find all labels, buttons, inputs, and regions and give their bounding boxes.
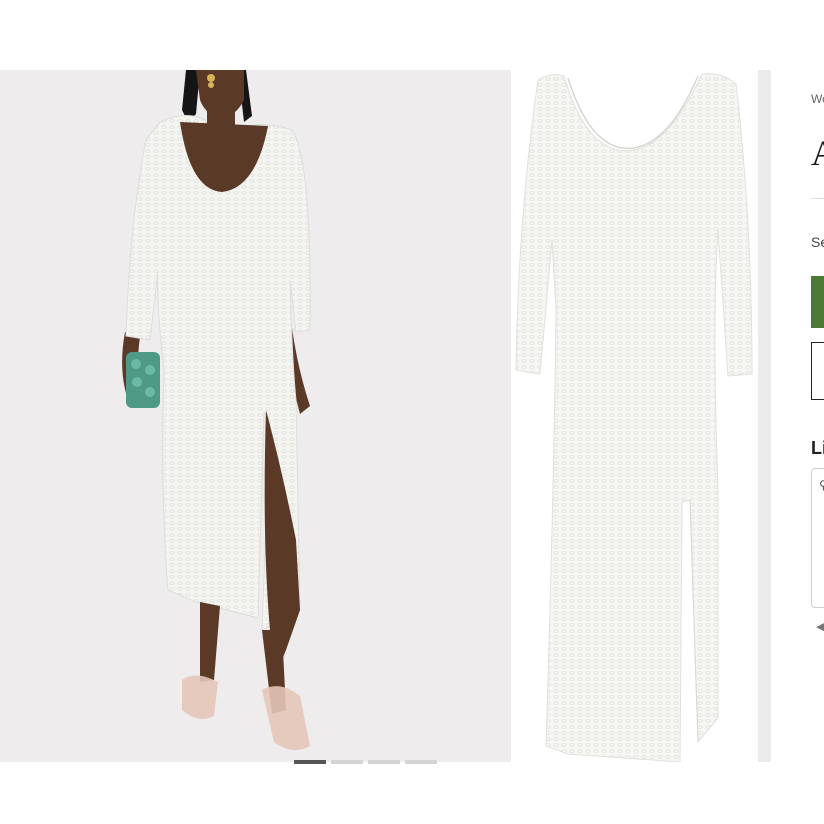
gallery-pagination: [294, 760, 437, 764]
size-label: Se: [811, 234, 824, 250]
product-info-panel: Wo A Se Li ⚲ ◀: [800, 70, 824, 762]
gallery-dot[interactable]: [331, 760, 363, 764]
content-box[interactable]: ⚲: [811, 468, 824, 608]
gallery-scrollbar[interactable]: [758, 70, 771, 762]
breadcrumb[interactable]: Wo: [811, 92, 824, 106]
add-to-bag-button[interactable]: [811, 276, 824, 328]
section-title: Li: [811, 438, 824, 458]
secondary-button[interactable]: [811, 342, 824, 400]
flat-photo-illustration: [515, 73, 753, 762]
search-icon[interactable]: ⚲: [819, 479, 824, 491]
product-title: A: [811, 132, 824, 174]
product-gallery: [0, 70, 771, 764]
flat-photo[interactable]: [512, 70, 758, 762]
gallery-dot[interactable]: [368, 760, 400, 764]
model-photo-illustration: [122, 70, 311, 751]
gallery-dot[interactable]: [405, 760, 437, 764]
chevron-left-icon[interactable]: ◀: [816, 622, 824, 633]
model-photo[interactable]: [0, 70, 511, 762]
gallery-dot[interactable]: [294, 760, 326, 764]
divider: [811, 198, 824, 199]
